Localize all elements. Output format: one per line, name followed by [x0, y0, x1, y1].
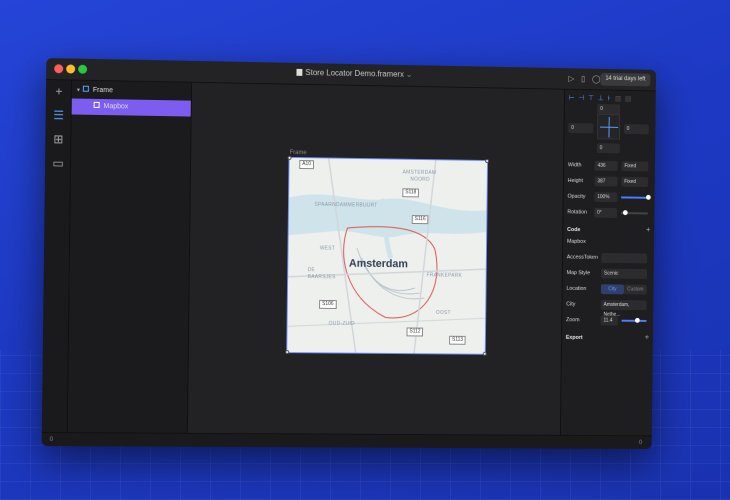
height-input[interactable]: 387	[594, 176, 618, 187]
align-left-icon[interactable]: ⊢	[569, 94, 575, 102]
code-section-title: Code	[567, 227, 581, 234]
zoom-slider-thumb[interactable]	[634, 317, 640, 323]
zoom-input[interactable]: 11.4	[600, 315, 618, 326]
road-shield: S112	[406, 327, 424, 337]
position-top-input[interactable]: 0	[597, 104, 621, 115]
resize-handle[interactable]	[287, 155, 292, 160]
map-district-label: NOORD	[410, 176, 430, 183]
grid-icon[interactable]: ⊞	[51, 132, 65, 146]
position-right-input[interactable]: 0	[623, 124, 649, 135]
opacity-slider-thumb[interactable]	[645, 194, 651, 200]
road-shield: S116	[411, 215, 429, 225]
height-mode-select[interactable]: Fixed	[621, 176, 649, 188]
rotation-slider-thumb[interactable]	[622, 210, 628, 216]
document-icon	[296, 68, 303, 76]
align-top-icon[interactable]: ⊥	[598, 94, 604, 102]
disclosure-triangle-icon[interactable]: ▾	[77, 88, 80, 94]
statusbar-right-value: 0	[638, 440, 643, 447]
city-select[interactable]: Amsterdam, Nethe...	[600, 299, 647, 318]
frame-label[interactable]: Frame	[290, 150, 307, 156]
map-district-label: AMSTERDAM	[402, 169, 437, 176]
location-custom-option[interactable]: Custom	[623, 284, 647, 295]
map-district-label: BAARSJES	[307, 274, 336, 281]
resize-handle[interactable]	[485, 159, 490, 164]
map-district-label: FRANKEPARK	[426, 272, 463, 279]
location-city-option[interactable]: City	[600, 284, 624, 295]
map-district-label: DE	[307, 267, 316, 274]
layers-panel: ▾ Frame Mapbox	[67, 80, 193, 433]
comment-icon[interactable]: ◯	[592, 75, 601, 84]
plus-icon[interactable]: +	[52, 84, 66, 98]
rotation-input[interactable]: 0°	[594, 207, 618, 218]
store-icon[interactable]: ▭	[51, 156, 65, 170]
align-middle-icon[interactable]: ⊦	[607, 94, 611, 102]
play-icon[interactable]: ▷	[568, 74, 574, 83]
width-label: Width	[567, 162, 582, 169]
statusbar-left-value: 0	[49, 437, 54, 444]
trial-badge[interactable]: 14 trial days left	[600, 72, 651, 87]
alignment-toolbar: ⊢ ⊣ ⊤ ⊥ ⊦ ▥ ▤	[569, 94, 632, 103]
device-icon[interactable]: ▯	[581, 74, 585, 83]
chevron-down-icon[interactable]: ⌄	[406, 70, 413, 79]
app-window: Store Locator Demo.framerx ⌄ ▷ ▯ ◯ 14 tri…	[41, 58, 657, 450]
frame-icon	[82, 85, 89, 92]
align-center-icon[interactable]: ⊣	[578, 94, 584, 102]
road-shield: S106	[319, 299, 337, 309]
constraints-widget[interactable]	[596, 113, 621, 140]
rotation-label: Rotation	[567, 209, 588, 216]
mapbox-map[interactable]: AMSTERDAM NOORD SPAARNDAMMERBUURT WEST D…	[285, 155, 490, 356]
window-title: Store Locator Demo.framerx ⌄	[46, 63, 656, 84]
component-icon	[93, 101, 100, 108]
map-district-label: SPAARNDAMMERBUURT	[314, 201, 378, 209]
distribute-vertical-icon[interactable]: ▤	[625, 95, 631, 103]
width-input[interactable]: 436	[594, 160, 618, 171]
access-token-input[interactable]	[601, 252, 648, 264]
map-district-label: OUD-ZUID	[328, 320, 355, 327]
distribute-horizontal-icon[interactable]: ▥	[615, 95, 621, 103]
position-bottom-input[interactable]: 0	[596, 143, 620, 154]
road-shield: A10	[299, 160, 314, 170]
layer-label: Frame	[92, 86, 113, 95]
layer-item-mapbox[interactable]: Mapbox	[71, 98, 191, 117]
opacity-slider[interactable]	[621, 196, 648, 199]
layer-label: Mapbox	[103, 103, 129, 111]
canvas[interactable]: Frame AMSTERDAM NOORD SPAARNDAMMERBUURT …	[187, 82, 565, 435]
export-section-title: Export	[565, 334, 583, 341]
add-code-plus-icon[interactable]: +	[646, 225, 651, 234]
map-style-label: Map Style	[566, 270, 591, 277]
width-mode-select[interactable]: Fixed	[621, 161, 649, 172]
location-label: Location	[566, 285, 587, 292]
align-right-icon[interactable]: ⊤	[588, 94, 594, 102]
opacity-input[interactable]: 100%	[594, 192, 618, 203]
road-shield: S118	[402, 188, 420, 198]
map-city-label: Amsterdam	[348, 257, 408, 271]
resize-handle[interactable]	[482, 351, 487, 356]
map-style-select[interactable]: Scenic	[601, 268, 648, 279]
layers-icon[interactable]: ☰	[52, 108, 66, 122]
zoom-label: Zoom	[566, 317, 580, 324]
toolbar-icons: ▷ ▯ ◯	[568, 74, 600, 83]
add-export-plus-icon[interactable]: +	[645, 333, 650, 342]
position-left-input[interactable]: 0	[568, 123, 594, 134]
map-district-label: WEST	[319, 245, 336, 252]
city-label: City	[566, 301, 576, 308]
access-token-label: AccessToken	[566, 254, 598, 261]
opacity-label: Opacity	[567, 193, 586, 200]
window-title-text: Store Locator Demo.framerx	[305, 68, 404, 79]
map-graphic	[287, 158, 487, 354]
map-district-label: OOST	[435, 310, 451, 317]
height-label: Height	[567, 178, 584, 185]
road-shield: S113	[449, 335, 466, 345]
component-name: Mapbox	[566, 238, 586, 245]
properties-panel: ⊢ ⊣ ⊤ ⊥ ⊦ ▥ ▤ 0 0 0 0 Width 436 Fixed He…	[559, 89, 656, 436]
resize-handle[interactable]	[285, 350, 290, 355]
